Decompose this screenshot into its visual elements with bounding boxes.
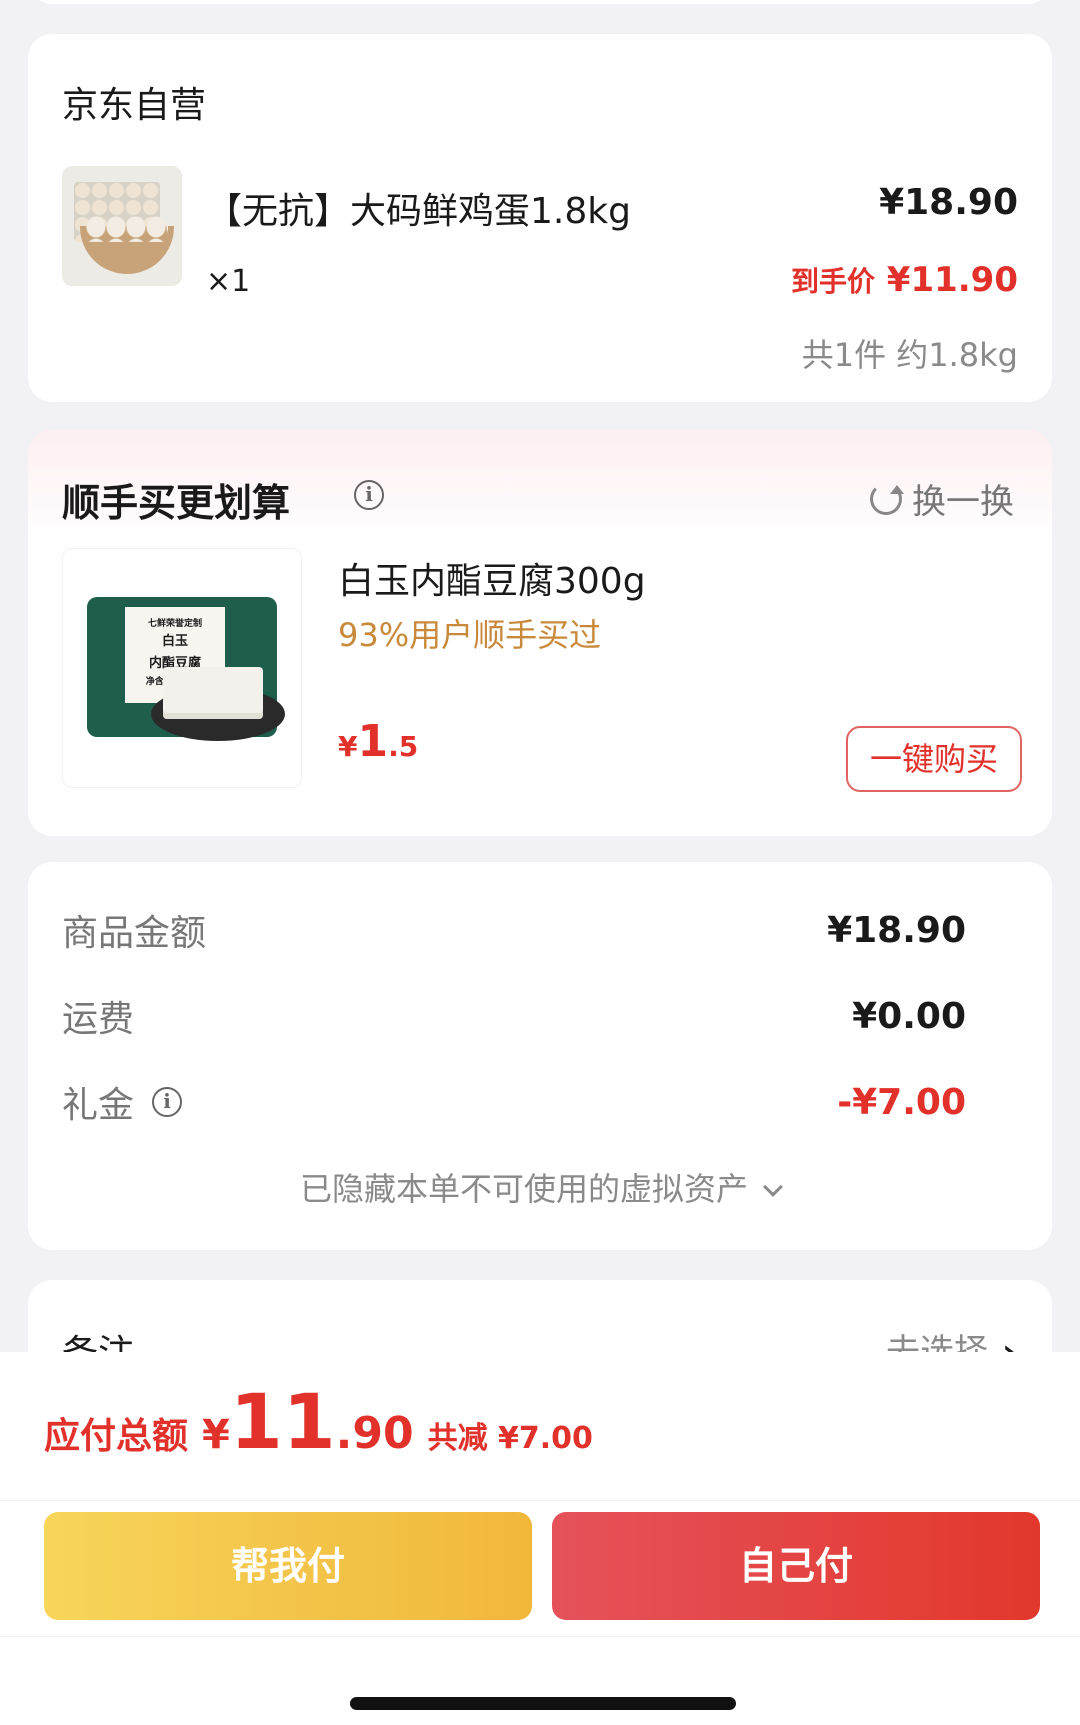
help-pay-button[interactable]: 帮我付: [44, 1512, 532, 1620]
summary-value: ¥18.90: [827, 909, 966, 951]
summary-label-gift: 礼金 i: [62, 1076, 183, 1128]
chevron-down-icon: [763, 1177, 783, 1197]
summary-label: 运费: [62, 999, 135, 1040]
hidden-assets-toggle[interactable]: 已隐藏本单不可使用的虚拟资产: [28, 1164, 1052, 1210]
final-price: 到手价 ¥11.90: [791, 260, 1018, 300]
total-label: 应付总额: [44, 1416, 189, 1457]
final-price-value: ¥11.90: [886, 260, 1018, 300]
info-icon[interactable]: i: [152, 1087, 183, 1117]
order-item-card: 京东自营 【无抗】大码鲜鸡蛋1.8kg ×1 ¥18.90 到手价 ¥11.90…: [28, 34, 1052, 402]
summary-row-gift: 礼金 i -¥7.00: [62, 1076, 966, 1128]
summary-value[interactable]: -¥7.00: [837, 1082, 966, 1123]
divider: [0, 1636, 1080, 1637]
upsell-price: ¥1.5: [338, 716, 418, 767]
total-currency: ¥: [202, 1412, 230, 1458]
tofu-product-image[interactable]: 七鲜荣誉定制 白玉 内酯豆腐 净含量:300克: [62, 548, 302, 788]
total-int: 11: [229, 1377, 336, 1466]
total-dec: .90: [335, 1408, 414, 1459]
store-name: 京东自营: [62, 85, 207, 126]
upsell-price-currency: ¥: [338, 730, 358, 763]
summary-row-shipping: 运费 ¥0.00: [62, 990, 966, 1042]
egg-bowl-graphic: [80, 216, 174, 274]
hidden-assets-text: 已隐藏本单不可使用的虚拟资产: [299, 1170, 748, 1208]
item-count-weight: 共1件 约1.8kg: [801, 336, 1018, 374]
price-summary-card: 商品金额 ¥18.90 运费 ¥0.00 礼金 i -¥7.00 已隐藏本单不可…: [28, 862, 1052, 1250]
product-title[interactable]: 【无抗】大码鲜鸡蛋1.8kg: [206, 182, 631, 234]
total-reduced: 共减 ¥7.00: [427, 1421, 593, 1456]
upsell-title: 顺手买更划算: [62, 481, 291, 525]
upsell-price-int: 1: [357, 716, 389, 767]
product-quantity: ×1: [206, 264, 251, 299]
self-pay-button[interactable]: 自己付: [552, 1512, 1040, 1620]
tofu-block-graphic: [163, 667, 263, 719]
product-price: ¥18.90: [879, 182, 1018, 223]
info-icon[interactable]: i: [354, 480, 384, 510]
divider: [0, 1500, 1080, 1501]
home-indicator[interactable]: [350, 1697, 736, 1710]
summary-row-goods: 商品金额 ¥18.90: [62, 904, 966, 956]
upsell-price-dec: .5: [388, 730, 419, 763]
checkout-bar: 应付总额 ¥ 11 .90 共减 ¥7.00 帮我付 自己付: [0, 1352, 1080, 1725]
one-click-buy-button[interactable]: 一键购买: [846, 726, 1022, 792]
upsell-tag: 93%用户顺手买过: [338, 616, 602, 654]
summary-label: 商品金额: [62, 913, 207, 954]
previous-card-edge: [28, 0, 1052, 4]
refresh-icon: [870, 482, 904, 515]
egg-product-image[interactable]: [62, 166, 182, 286]
total-amount: 应付总额 ¥ 11 .90 共减 ¥7.00: [44, 1382, 593, 1462]
final-price-label: 到手价: [790, 265, 875, 298]
upsell-card: 顺手买更划算 i 换一换 七鲜荣誉定制 白玉 内酯豆腐 净含量:300克 白玉内…: [28, 430, 1052, 836]
swap-button[interactable]: 换一换: [870, 474, 1014, 523]
swap-label: 换一换: [912, 482, 1014, 522]
thumb-text-line2: 白玉: [161, 634, 188, 649]
summary-label: 礼金: [62, 1085, 135, 1126]
summary-value: ¥0.00: [852, 995, 966, 1037]
upsell-product-name[interactable]: 白玉内酯豆腐300g: [338, 552, 646, 604]
thumb-text-brand: 七鲜荣誉定制: [147, 619, 202, 629]
